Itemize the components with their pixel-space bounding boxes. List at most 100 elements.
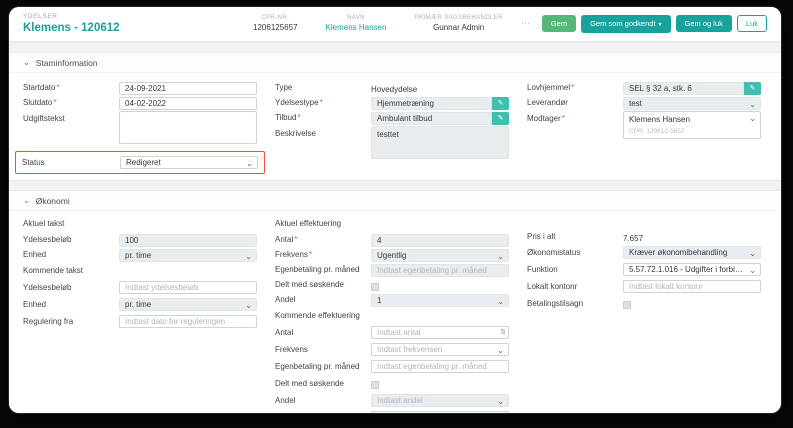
okonomi-column-1: Aktuel takst Ydelsesbeløb Enhed pr. time… xyxy=(23,219,257,413)
chevron-down-icon: ⌄ xyxy=(749,114,756,123)
header-info: CPR-NR. 1206125657 NAVN Klemens Hansen P… xyxy=(253,15,503,32)
field-delt-med-soskende-aktuel: Delt med søskende xyxy=(275,278,509,292)
chevron-down-icon: ⌄ xyxy=(497,296,504,306)
andel-kommende-select[interactable]: Indtast andel ⌄ xyxy=(371,394,509,407)
ydelsestype-label: Ydelsestype* xyxy=(275,98,323,107)
ydelsesbelob-aktuel-input[interactable] xyxy=(119,233,257,247)
section-title: Økonomi xyxy=(35,196,70,206)
tilbud-input[interactable] xyxy=(371,111,492,125)
aktuel-effektuering-header: Aktuel effektuering xyxy=(275,219,342,228)
field-ydelsestype: Ydelsestype* ✎ xyxy=(275,96,509,110)
more-options-button[interactable]: ⋯ xyxy=(519,18,532,29)
field-leverandor: Leverandør test ⌄ xyxy=(527,96,761,110)
slutdato-input[interactable] xyxy=(119,96,257,110)
top-bar: YDELSER Klemens - 120612 CPR-NR. 1206125… xyxy=(9,7,781,41)
modtager-select[interactable]: Klemens Hansen CPR: 120612-5657 ⌄ xyxy=(623,111,761,139)
section-gap xyxy=(9,180,781,191)
frekvens-kommende-select[interactable]: Indtast frekvensen ⌄ xyxy=(371,343,509,356)
leverandor-select[interactable]: test ⌄ xyxy=(623,96,761,110)
beskrivelse-textarea[interactable]: testtet xyxy=(371,126,509,159)
lovhjemmel-input[interactable] xyxy=(623,81,744,95)
field-okonomistatus: Økonomistatus Kræver økonomibehandling ⌄ xyxy=(527,245,761,260)
enhed-label: Enhed xyxy=(23,299,47,309)
enhed-label: Enhed xyxy=(23,250,47,259)
antal-kommende-input[interactable] xyxy=(371,326,509,339)
field-delt-med-soskende-kommende: Delt med søskende xyxy=(275,376,509,391)
chevron-down-icon: ⌄ xyxy=(246,159,253,168)
andel-label: Andel xyxy=(275,395,296,405)
okonomi-column-2: Aktuel effektuering Antal* Frekvens* Uge… xyxy=(275,219,509,413)
title-block: YDELSER Klemens - 120612 xyxy=(23,13,120,34)
okonomi-form: Aktuel takst Ydelsesbeløb Enhed pr. time… xyxy=(9,211,781,413)
chevron-down-icon: ⌄ xyxy=(497,251,504,261)
frekvens-aktuel-select[interactable]: Ugentlig ⌄ xyxy=(371,248,509,262)
enhed-aktuel-select[interactable]: pr. time ⌄ xyxy=(119,248,257,262)
field-egenbetaling-kommende: Egenbetaling pr. måned xyxy=(275,359,509,374)
field-betalingstilsagn: Betalingstilsagn xyxy=(527,296,761,311)
pencil-icon: ✎ xyxy=(497,115,504,122)
field-funktion: Funktion 5.57.72.1.016 - Udgifter i forb… xyxy=(527,262,761,277)
gem-button[interactable]: Gem xyxy=(541,14,577,33)
chevron-down-icon: ⌄ xyxy=(23,196,30,205)
field-egenbetaling-aktuel: Egenbetaling pr. måned xyxy=(275,263,509,277)
startdato-input[interactable] xyxy=(119,81,257,95)
frekvens-label: Frekvens xyxy=(275,344,308,354)
modtager-name: Klemens Hansen xyxy=(629,115,690,124)
gem-som-godkendt-button[interactable]: Gem som godkendt ▾ xyxy=(581,14,671,33)
startdato-label: Startdato* xyxy=(23,83,60,92)
ydelsesbelob-kommende-input[interactable] xyxy=(119,281,257,294)
ydelsestype-input[interactable] xyxy=(371,96,492,110)
okonomistatus-select[interactable]: Kræver økonomibehandling ⌄ xyxy=(623,246,761,259)
staminformation-form: Startdato* Slutdato* Udgiftstekst Status… xyxy=(9,73,781,180)
regulering-fra-takst-input[interactable] xyxy=(119,315,257,328)
navn-info: NAVN Klemens Hansen xyxy=(326,15,387,32)
required-marker: * xyxy=(319,98,323,107)
field-tilbud: Tilbud* ✎ xyxy=(275,111,509,125)
number-spinner-icon[interactable]: ⇅ xyxy=(500,326,506,339)
field-startdato: Startdato* xyxy=(23,81,257,95)
required-marker: * xyxy=(561,114,565,123)
udgiftstekst-textarea[interactable] xyxy=(119,111,257,144)
egenbetaling-kommende-input[interactable] xyxy=(371,360,509,373)
lokalt-kontonr-input[interactable] xyxy=(623,280,761,293)
antal-aktuel-input[interactable] xyxy=(371,233,509,247)
section-gap xyxy=(9,42,781,53)
section-header-staminformation[interactable]: ⌄ Staminformation xyxy=(9,53,781,73)
required-marker: * xyxy=(294,235,298,244)
field-pris-i-alt: Pris i alt 7.657 xyxy=(527,230,761,244)
field-lokalt-kontonr: Lokalt kontonr xyxy=(527,279,761,294)
andel-label: Andel xyxy=(275,295,296,304)
ydelsesbelob-label: Ydelsesbeløb xyxy=(23,235,72,244)
required-marker: * xyxy=(53,98,57,107)
navn-value-link[interactable]: Klemens Hansen xyxy=(326,23,387,32)
required-marker: * xyxy=(308,250,313,259)
lovhjemmel-edit-button[interactable]: ✎ xyxy=(744,81,761,95)
betalingstilsagn-checkbox[interactable] xyxy=(623,301,631,309)
gem-og-luk-button[interactable]: Gem og luk xyxy=(675,14,732,33)
regulering-fra-eff-input[interactable] xyxy=(371,411,509,413)
field-ydelsesbelob-kommende: Ydelsesbeløb xyxy=(23,280,257,295)
funktion-select[interactable]: 5.57.72.1.016 - Udgifter i forbindelse m… xyxy=(623,263,761,276)
stam-column-3: Lovhjemmel* ✎ Leverandør test ⌄ xyxy=(527,81,761,176)
delt-med-soskende-kommende-checkbox[interactable] xyxy=(371,381,379,389)
field-lovhjemmel: Lovhjemmel* ✎ xyxy=(527,81,761,95)
udgiftstekst-label: Udgiftstekst xyxy=(23,114,65,123)
field-udgiftstekst: Udgiftstekst xyxy=(23,111,257,144)
andel-aktuel-select[interactable]: 1 ⌄ xyxy=(371,293,509,307)
luk-button[interactable]: Luk xyxy=(736,14,767,33)
ydelsestype-edit-button[interactable]: ✎ xyxy=(492,96,509,110)
field-antal-aktuel: Antal* xyxy=(275,233,509,247)
stam-column-1: Startdato* Slutdato* Udgiftstekst Status… xyxy=(15,81,265,176)
section-header-okonomi[interactable]: ⌄ Økonomi xyxy=(9,191,781,211)
enhed-kommende-select[interactable]: pr. time ⌄ xyxy=(119,298,257,311)
tilbud-edit-button[interactable]: ✎ xyxy=(492,111,509,125)
status-select[interactable]: Redigeret ⌄ xyxy=(120,156,258,169)
delt-med-soskende-aktuel-checkbox[interactable] xyxy=(371,282,379,291)
egenbetaling-aktuel-input[interactable] xyxy=(371,263,509,277)
breadcrumb: YDELSER xyxy=(23,13,58,20)
chevron-down-icon: ⌄ xyxy=(497,346,504,355)
status-label: Status xyxy=(22,157,45,167)
lovhjemmel-label: Lovhjemmel* xyxy=(527,83,575,92)
field-modtager: Modtager* Klemens Hansen CPR: 120612-565… xyxy=(527,111,761,139)
frekvens-label: Frekvens* xyxy=(275,250,313,259)
